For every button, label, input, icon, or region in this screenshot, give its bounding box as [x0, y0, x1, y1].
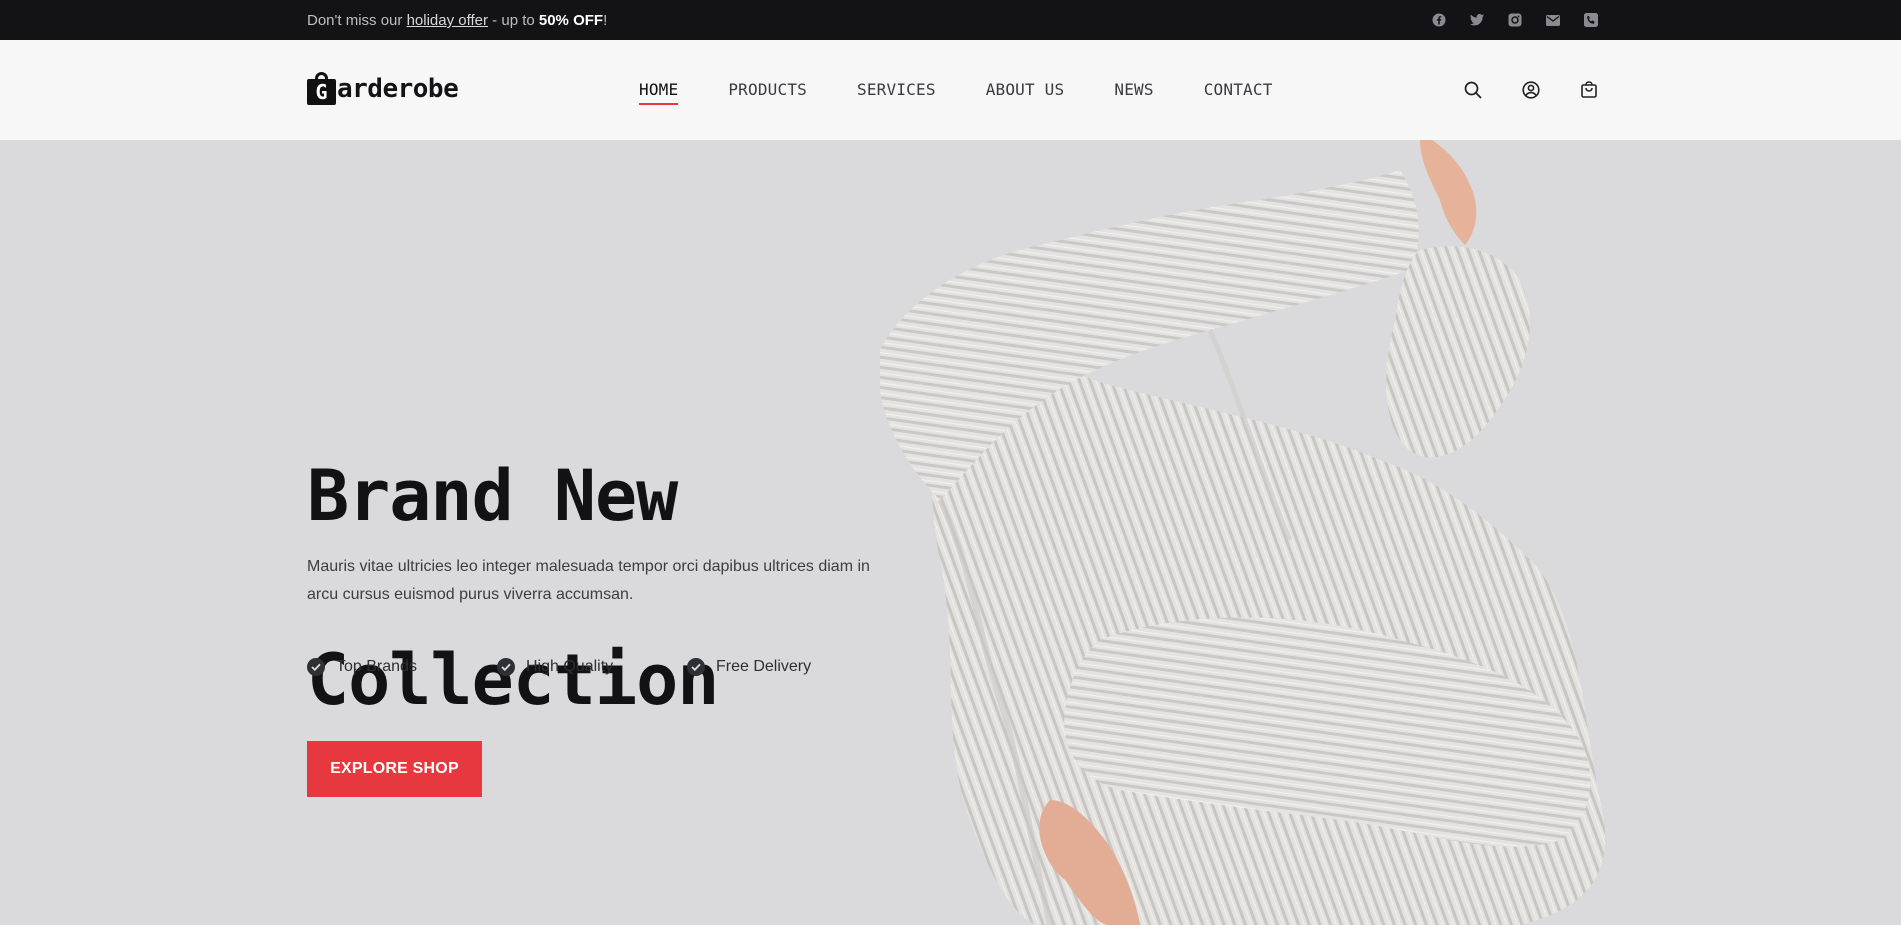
nav-item-services[interactable]: SERVICES — [857, 80, 936, 105]
nav-item-home[interactable]: HOME — [639, 80, 679, 105]
instagram-icon[interactable] — [1507, 12, 1523, 28]
explore-shop-button[interactable]: EXPLORE SHOP — [307, 741, 482, 797]
feature-item: High Quality — [497, 658, 687, 676]
announcement-bar: Don't miss our holiday offer - up to 50%… — [0, 0, 1901, 40]
holiday-offer-link[interactable]: holiday offer — [407, 12, 488, 29]
feature-label: Top Brands — [336, 658, 417, 675]
check-circle-icon — [307, 658, 325, 676]
promo-suffix: ! — [603, 12, 608, 29]
check-circle-icon — [687, 658, 705, 676]
hero-title-line-2: Collection — [307, 639, 719, 721]
promo-text: Don't miss our holiday offer - up to 50%… — [307, 12, 607, 29]
header-actions — [1463, 80, 1599, 100]
hero-title-line-1: Brand New — [307, 455, 678, 537]
social-links — [1431, 12, 1599, 28]
nav-item-news[interactable]: NEWS — [1114, 80, 1153, 105]
site-header: G arderobe HOME PRODUCTS SERVICES ABOUT … — [0, 40, 1901, 140]
phone-icon[interactable] — [1583, 12, 1599, 28]
check-circle-icon — [497, 658, 515, 676]
twitter-icon[interactable] — [1469, 12, 1485, 28]
nav-item-products[interactable]: PRODUCTS — [728, 80, 807, 105]
shopping-bag-logo-icon: G — [307, 72, 336, 105]
cart-icon[interactable] — [1579, 80, 1599, 100]
nav-item-about-us[interactable]: ABOUT US — [986, 80, 1065, 105]
feature-list: Top Brands High Quality Free Delivery — [307, 658, 877, 676]
feature-item: Free Delivery — [687, 658, 877, 676]
feature-label: High Quality — [526, 658, 614, 675]
promo-discount: 50% OFF — [538, 12, 604, 29]
logo-wordmark: arderobe — [337, 73, 459, 104]
mail-icon[interactable] — [1545, 12, 1561, 28]
promo-prefix: Don't miss our — [307, 12, 407, 29]
user-icon[interactable] — [1521, 80, 1541, 100]
feature-label: Free Delivery — [716, 658, 812, 675]
hero-section: Brand New Collection Mauris vitae ultric… — [0, 140, 1901, 925]
facebook-icon[interactable] — [1431, 12, 1447, 28]
hero-sweater-image — [880, 140, 1606, 925]
main-nav: HOME PRODUCTS SERVICES ABOUT US NEWS CON… — [639, 80, 1323, 105]
feature-item: Top Brands — [307, 658, 497, 676]
promo-middle: - up to — [488, 12, 539, 29]
nav-item-contact[interactable]: CONTACT — [1204, 80, 1273, 105]
logo[interactable]: G arderobe — [307, 72, 459, 105]
logo-letter: G — [307, 79, 336, 105]
search-icon[interactable] — [1463, 80, 1483, 100]
hero-description: Mauris vitae ultricies leo integer males… — [307, 558, 870, 603]
